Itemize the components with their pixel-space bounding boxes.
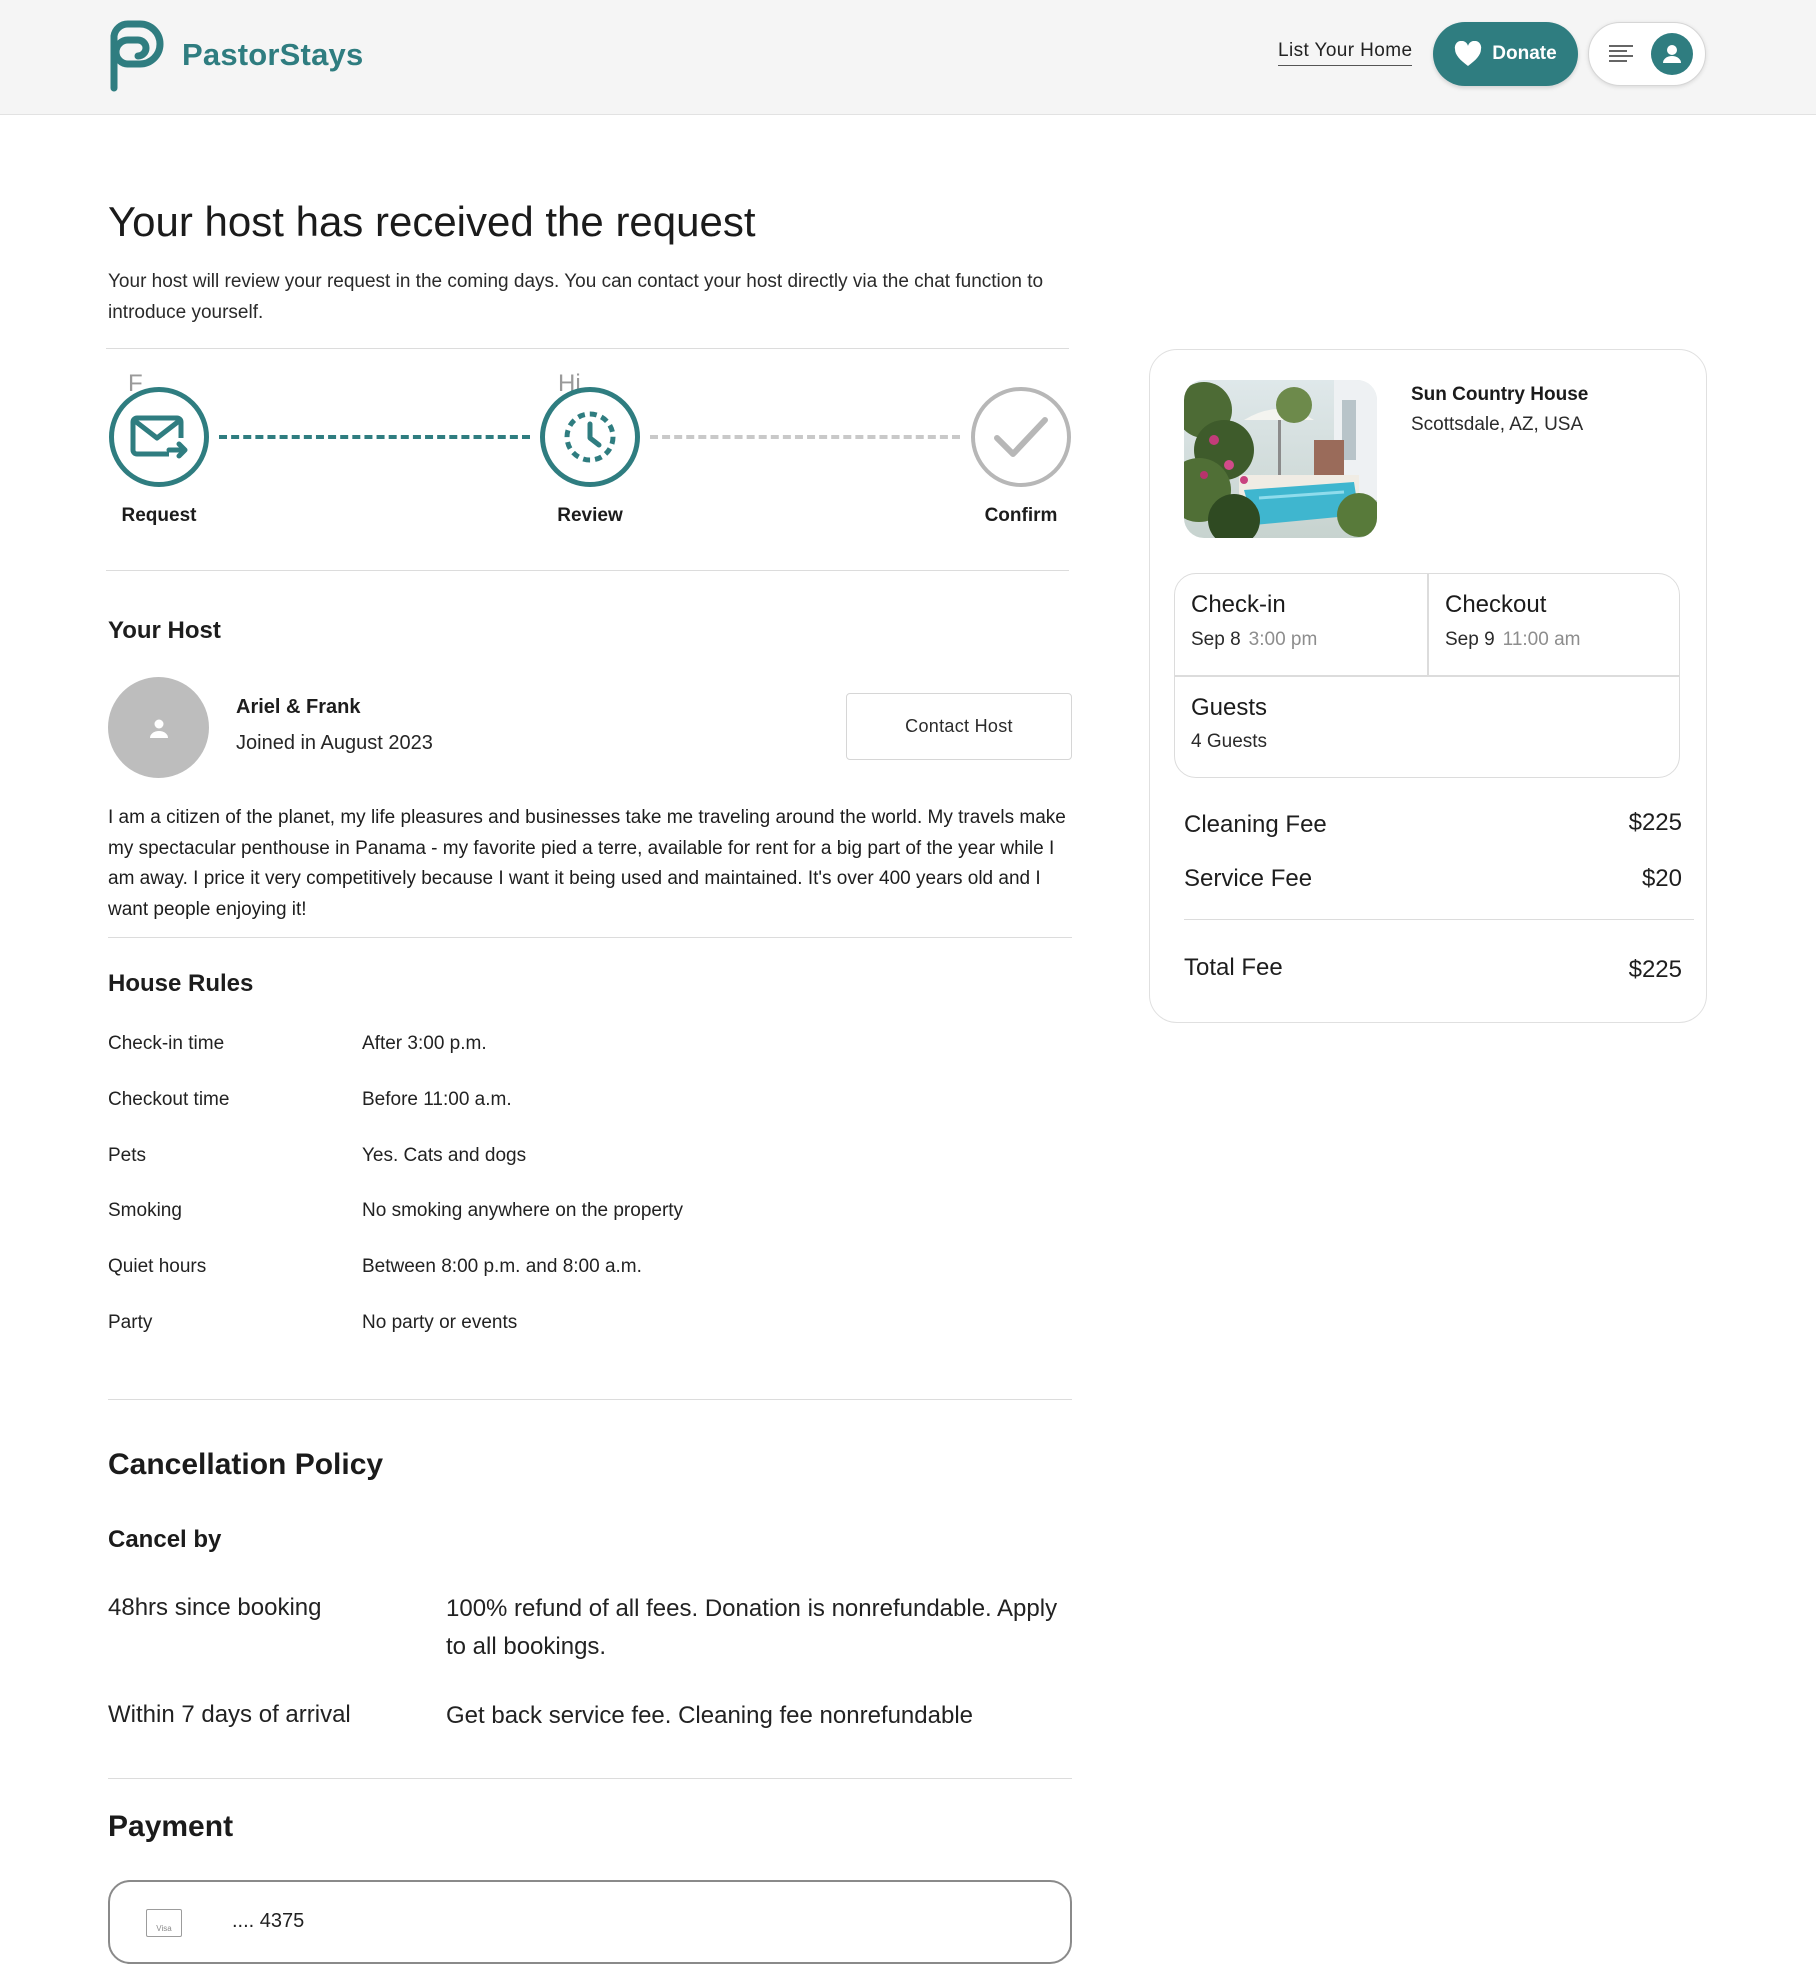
property-location: Scottsdale, AZ, USA bbox=[1411, 414, 1584, 435]
host-bio: I am a citizen of the planet, my life pl… bbox=[108, 807, 1066, 920]
guests-count: 4 Guests bbox=[1191, 731, 1268, 752]
progress-connector-done bbox=[219, 435, 530, 439]
property-name: Sun Country House bbox=[1411, 384, 1589, 405]
heart-icon bbox=[1455, 41, 1482, 66]
divider bbox=[108, 937, 1072, 938]
rule-label: Quiet hours bbox=[108, 1256, 207, 1277]
total-fee-value: $225 bbox=[1628, 956, 1682, 983]
divider bbox=[106, 348, 1069, 349]
checkout-date: Sep 9 bbox=[1445, 629, 1495, 650]
booking-summary-card: Sun Country House Scottsdale, AZ, USA Ch… bbox=[1149, 349, 1707, 1023]
rule-label: Pets bbox=[108, 1145, 147, 1166]
total-fee-label: Total Fee bbox=[1184, 954, 1283, 981]
card-number: .... 4375 bbox=[232, 1910, 305, 1932]
step-confirm bbox=[971, 387, 1071, 487]
step-label-review: Review bbox=[557, 505, 623, 526]
divider bbox=[1427, 574, 1429, 676]
payment-heading: Payment bbox=[108, 1810, 234, 1843]
divider bbox=[108, 1778, 1072, 1779]
fee-value: $225 bbox=[1628, 809, 1682, 836]
host-name: Ariel & Frank bbox=[236, 696, 361, 718]
divider bbox=[108, 1399, 1072, 1400]
page-title: Your host has received the request bbox=[108, 198, 756, 245]
user-avatar-icon bbox=[1651, 33, 1693, 75]
pastorstays-logo-icon bbox=[110, 20, 164, 92]
checkout-label: Checkout bbox=[1445, 591, 1547, 618]
donate-label: Donate bbox=[1492, 43, 1557, 64]
step-review bbox=[540, 387, 640, 487]
host-joined-date: Joined in August 2023 bbox=[236, 732, 433, 754]
checkout-time: 11:00 am bbox=[1502, 629, 1581, 650]
cancel-terms: 100% refund of all fees. Donation is non… bbox=[446, 1595, 1058, 1660]
rule-label: Checkout time bbox=[108, 1089, 230, 1110]
rule-value: No party or events bbox=[362, 1312, 518, 1333]
checkout-datetime: Sep 9 11:00 am bbox=[1445, 629, 1580, 651]
checkin-date: Sep 8 bbox=[1191, 629, 1241, 650]
step-label-request: Request bbox=[121, 505, 197, 526]
contact-host-button[interactable]: Contact Host bbox=[846, 693, 1072, 760]
fee-value: $20 bbox=[1641, 865, 1682, 892]
donate-button[interactable]: Donate bbox=[1433, 22, 1578, 86]
house-rules-heading: House Rules bbox=[108, 970, 254, 997]
rule-value: No smoking anywhere on the property bbox=[362, 1200, 684, 1221]
clock-icon bbox=[564, 411, 616, 463]
checkin-label: Check-in bbox=[1191, 591, 1286, 618]
top-navbar: PastorStays List Your Home Donate bbox=[0, 0, 1816, 115]
rule-value: Between 8:00 p.m. and 8:00 a.m. bbox=[362, 1256, 642, 1277]
fee-label: Cleaning Fee bbox=[1184, 811, 1327, 838]
brand-logo[interactable]: PastorStays bbox=[106, 18, 363, 92]
rule-value: Before 11:00 a.m. bbox=[362, 1089, 512, 1110]
cancellation-policy-heading: Cancellation Policy bbox=[108, 1448, 384, 1481]
rule-value: Yes. Cats and dogs bbox=[362, 1145, 527, 1166]
envelope-arrow-icon bbox=[130, 415, 188, 459]
rule-label: Smoking bbox=[108, 1200, 182, 1221]
step-request bbox=[109, 387, 209, 487]
person-icon bbox=[149, 719, 168, 738]
guests-label: Guests bbox=[1191, 694, 1268, 721]
host-avatar bbox=[108, 677, 209, 778]
rule-label: Check-in time bbox=[108, 1033, 225, 1054]
property-photo[interactable] bbox=[1184, 380, 1377, 538]
list-your-home-link[interactable]: List Your Home bbox=[1278, 40, 1413, 66]
checkin-time: 3:00 pm bbox=[1248, 629, 1318, 650]
brand-name: PastorStays bbox=[182, 37, 364, 72]
cancel-terms: Get back service fee. Cleaning fee nonre… bbox=[446, 1702, 974, 1729]
payment-method-card[interactable]: Visa .... 4375 bbox=[108, 1880, 1072, 1964]
divider bbox=[106, 570, 1069, 571]
property-photo-image bbox=[1184, 380, 1377, 538]
rule-value: After 3:00 p.m. bbox=[362, 1033, 487, 1054]
progress-connector-pending bbox=[650, 435, 960, 439]
step-label-confirm: Confirm bbox=[984, 505, 1058, 526]
cancel-condition: Within 7 days of arrival bbox=[108, 1701, 351, 1728]
divider bbox=[1184, 919, 1694, 920]
cancel-condition: 48hrs since booking bbox=[108, 1594, 322, 1621]
check-icon bbox=[994, 417, 1048, 457]
checkin-datetime: Sep 8 3:00 pm bbox=[1191, 629, 1317, 651]
your-host-heading: Your Host bbox=[108, 617, 221, 644]
menu-lines-icon bbox=[1609, 45, 1633, 62]
fee-label: Service Fee bbox=[1184, 865, 1313, 892]
rule-label: Party bbox=[108, 1312, 153, 1333]
stay-details-box: Check-in Sep 8 3:00 pm Checkout Sep 9 11:0… bbox=[1174, 573, 1680, 778]
visa-card-icon: Visa bbox=[146, 1909, 182, 1937]
user-menu-button[interactable] bbox=[1588, 22, 1706, 86]
cancel-by-heading: Cancel by bbox=[108, 1526, 222, 1553]
page-subtitle: Your host will review your request in th… bbox=[108, 271, 1044, 323]
